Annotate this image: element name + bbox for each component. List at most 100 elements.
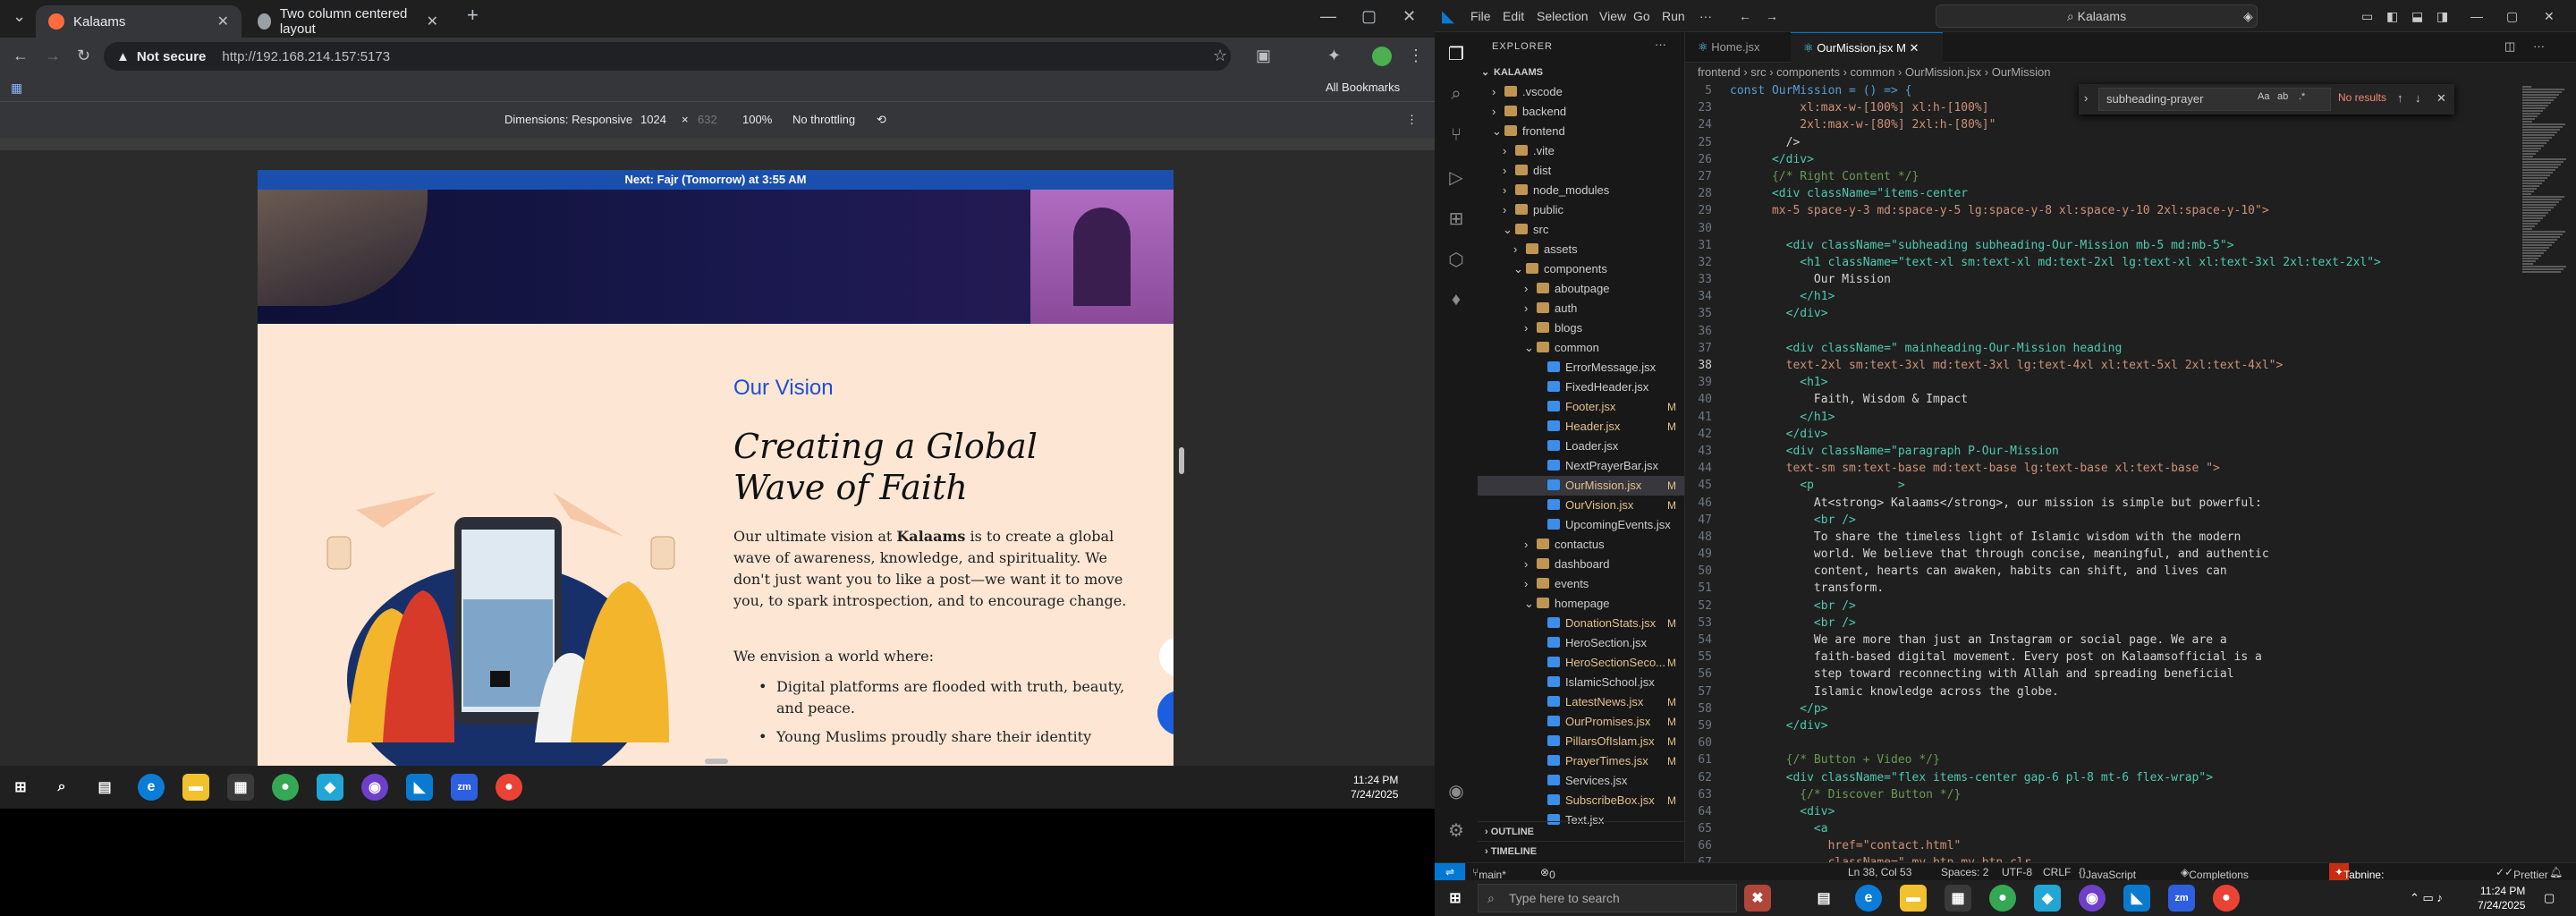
regex-icon[interactable]: .* — [2299, 91, 2305, 102]
code-editor[interactable]: 5 const OurMission = () => { 23 xl:max-w-… — [1685, 82, 2517, 862]
notification-icon[interactable]: ▢ — [2544, 891, 2555, 905]
app-icon[interactable]: ◆ — [317, 774, 343, 801]
store-icon[interactable]: ▦ — [227, 774, 254, 801]
tree-folder[interactable]: › dashboard — [1478, 555, 1684, 574]
zoom-icon[interactable]: zm — [2168, 885, 2195, 912]
code-line[interactable]: 27 {/* Right Content */} — [1685, 168, 2517, 185]
tree-folder[interactable]: › .vscode — [1478, 82, 1684, 102]
devtools-menu-icon[interactable]: ⋮ — [1406, 113, 1418, 127]
tab-search-icon[interactable]: ⌄ — [13, 7, 26, 26]
minimize-icon[interactable]: — — [1320, 7, 1336, 26]
back-icon[interactable]: ← — [13, 47, 29, 65]
tree-folder[interactable]: › public — [1478, 200, 1684, 220]
code-line[interactable]: 44 text-sm sm:text-base md:text-base lg:… — [1685, 460, 2517, 477]
code-line[interactable]: 46 At<strong> Kalaams</strong>, our miss… — [1685, 495, 2517, 512]
code-line[interactable]: 62 <div className="flex items-center gap… — [1685, 769, 2517, 786]
close-window-icon[interactable]: ✕ — [1402, 7, 1416, 26]
app-icon[interactable]: ◆ — [2034, 885, 2061, 912]
tree-file[interactable]: Loader.jsx — [1478, 437, 1684, 456]
viewport-height[interactable]: 632 — [698, 113, 717, 126]
chrome-alt-icon[interactable]: ● — [496, 774, 522, 801]
code-line[interactable]: 37 <div className=" mainheading-Our-Miss… — [1685, 340, 2517, 357]
branch-indicator[interactable]: ⑂ main* — [1472, 866, 1506, 881]
code-line[interactable]: 48 To share the timeless light of Islami… — [1685, 529, 2517, 546]
problems-indicator[interactable]: ⊗ 0 ⚠ 0 — [1540, 866, 1559, 906]
copilot-icon[interactable]: ◈ — [2243, 9, 2253, 24]
remote-explorer-icon[interactable]: ⬡ — [1445, 249, 1467, 270]
find-input[interactable]: subheading-prayer — [2098, 88, 2331, 111]
code-line[interactable]: 34 </h1> — [1685, 288, 2517, 305]
tree-folder[interactable]: ⌄ homepage — [1478, 594, 1684, 614]
reload-icon[interactable]: ↻ — [77, 47, 90, 65]
dimensions-dropdown[interactable]: Dimensions: Responsive — [504, 113, 632, 126]
browser-tab-layout[interactable]: Two column centered layout ✕ — [245, 5, 451, 38]
tree-file[interactable]: IslamicSchool.jsx — [1478, 673, 1684, 692]
code-line[interactable]: 36 — [1685, 323, 2517, 340]
command-center-search[interactable]: ⌕ Kalaams — [1936, 4, 2258, 28]
bookmark-star-icon[interactable]: ☆ — [1213, 47, 1227, 65]
line-ending[interactable]: CRLF — [2043, 866, 2071, 878]
chrome-alt-icon[interactable]: ● — [2213, 885, 2240, 912]
viewport-width[interactable]: 1024 — [640, 113, 666, 126]
tree-folder[interactable]: ⌄ common — [1478, 338, 1684, 358]
code-line[interactable]: 43 <div className="paragraph P-Our-Missi… — [1685, 443, 2517, 460]
code-line[interactable]: 31 <div className="subheading subheading… — [1685, 237, 2517, 254]
code-line[interactable]: 51 transform. — [1685, 580, 2517, 597]
address-bar[interactable]: ▲ Not secure http://192.168.214.157:5173 — [104, 42, 1231, 71]
code-line[interactable]: 57 Islamic knowledge across the globe. — [1685, 683, 2517, 700]
tree-file[interactable]: DonationStats.jsx M — [1478, 614, 1684, 633]
windows-start-icon[interactable]: ⊞ — [1442, 885, 1469, 912]
explorer-more-icon[interactable]: ··· — [1655, 38, 1666, 51]
prettier-status[interactable]: ✓✓ Prettier — [2496, 866, 2548, 881]
encoding[interactable]: UTF-8 — [2002, 866, 2032, 878]
sidebar-toggle-icon[interactable]: ◧ — [2386, 9, 2398, 24]
code-line[interactable]: 66 href="contact.html" — [1685, 837, 2517, 854]
minimize-icon[interactable]: — — [2470, 9, 2483, 23]
code-line[interactable]: 39 <h1> — [1685, 374, 2517, 391]
layout-icon[interactable]: ▭ — [2361, 9, 2373, 24]
windows-start-icon[interactable]: ⊞ — [7, 774, 34, 801]
extensions-icon[interactable]: ⊞ — [1445, 208, 1467, 229]
menu-kebab-icon[interactable]: ⋮ — [1408, 47, 1424, 65]
close-window-icon[interactable]: ✕ — [2544, 9, 2555, 24]
extension-icon[interactable]: ▣ — [1256, 47, 1271, 65]
tree-file[interactable]: NextPrayerBar.jsx — [1478, 456, 1684, 476]
file-explorer-icon[interactable]: ▬ — [182, 774, 209, 801]
scroll-top-button[interactable]: ⌃ — [1157, 691, 1174, 735]
viewport-resize-handle[interactable] — [1179, 447, 1184, 474]
taskbar-clock[interactable]: 11:24 PM 7/24/2025 — [2478, 884, 2525, 912]
menu-file[interactable]: File — [1470, 9, 1491, 23]
taskbar-clock[interactable]: 11:24 PM 7/24/2025 — [1351, 773, 1398, 802]
code-line[interactable]: 24 2xl:max-w-[80%] 2xl:h-[80%]" — [1685, 116, 2517, 133]
tree-file[interactable]: Header.jsx M — [1478, 417, 1684, 437]
code-line[interactable]: 67 className=" my-btn my-btn-clr — [1685, 854, 2517, 862]
code-line[interactable]: 42 </div> — [1685, 426, 2517, 443]
edge-icon[interactable]: e — [1855, 885, 1882, 912]
outline-section[interactable]: › OUTLINE — [1478, 821, 1684, 841]
menu-edit[interactable]: Edit — [1503, 9, 1524, 23]
tree-file[interactable]: ErrorMessage.jsx — [1478, 358, 1684, 377]
tree-file[interactable]: HeroSection.jsx — [1478, 633, 1684, 653]
tab-ourmission-jsx[interactable]: ⚛ OurMission.jsx M ✕ — [1791, 32, 1943, 63]
code-line[interactable]: 30 — [1685, 220, 2517, 237]
zoom-icon[interactable]: zm — [451, 774, 478, 801]
mongodb-leaf-icon[interactable]: ♦ — [1445, 290, 1467, 311]
tree-file[interactable]: OurVision.jsx M — [1478, 496, 1684, 515]
tree-file[interactable]: OurMission.jsx M — [1478, 476, 1684, 496]
vscode-taskbar-icon[interactable]: ◣ — [2123, 885, 2150, 912]
tree-file[interactable]: Services.jsx — [1478, 771, 1684, 791]
taskbar-search-box[interactable]: ⌕ Type here to search — [1478, 884, 1737, 912]
code-line[interactable]: 45 <p > — [1685, 477, 2517, 494]
match-case-icon[interactable]: Aa — [2258, 91, 2269, 102]
tree-folder[interactable]: › .vite — [1478, 141, 1684, 161]
code-line[interactable]: 38 text-2xl sm:text-3xl md:text-3xl lg:t… — [1685, 357, 2517, 374]
code-line[interactable]: 58 </p> — [1685, 700, 2517, 717]
maximize-icon[interactable]: ▢ — [1361, 7, 1377, 26]
close-find-icon[interactable]: ✕ — [2436, 91, 2446, 106]
search-icon[interactable]: ⌕ — [48, 774, 75, 801]
account-icon[interactable]: ◉ — [1445, 780, 1467, 802]
apps-grid-icon[interactable]: ▦ — [11, 81, 22, 96]
mosque-float-button[interactable]: ⌂ — [1159, 637, 1174, 676]
vscode-taskbar-icon[interactable]: ◣ — [406, 774, 433, 801]
tree-folder[interactable]: › aboutpage — [1478, 279, 1684, 299]
